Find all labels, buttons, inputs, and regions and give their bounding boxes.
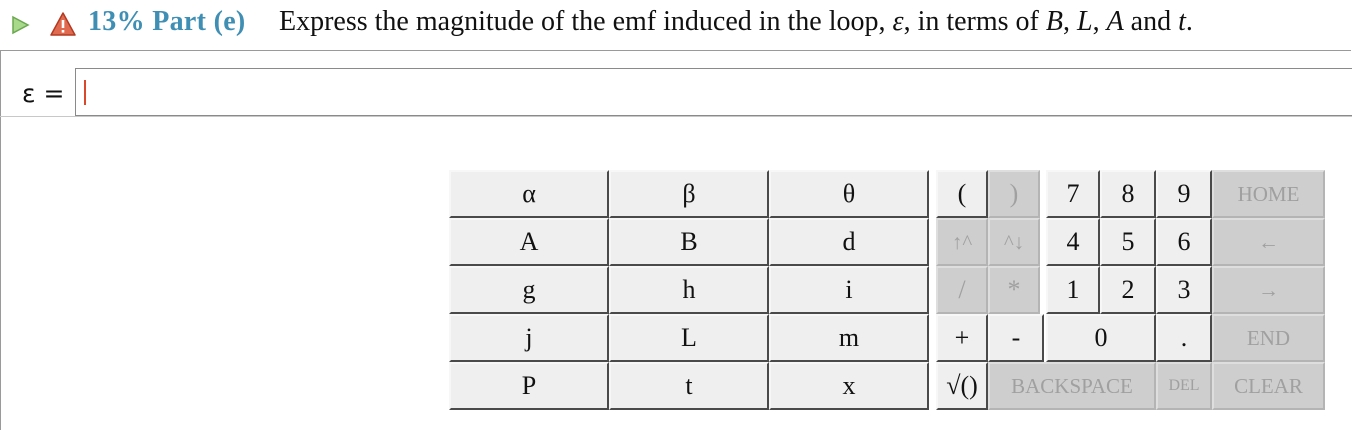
key-i[interactable]: i — [769, 266, 929, 314]
key-up-caret[interactable]: ↑^ — [936, 218, 988, 266]
question-var-a: A — [1106, 6, 1124, 37]
key-8[interactable]: 8 — [1100, 170, 1156, 218]
input-divider — [0, 116, 1352, 117]
play-icon[interactable] — [9, 14, 31, 36]
key-6[interactable]: 6 — [1156, 218, 1212, 266]
left-arrow-button[interactable]: ← — [1212, 218, 1325, 266]
key-p[interactable]: P — [449, 362, 609, 410]
key-plus[interactable]: + — [936, 314, 988, 362]
key-multiply[interactable]: * — [988, 266, 1040, 314]
del-button[interactable]: DEL — [1156, 362, 1212, 410]
key-d[interactable]: d — [769, 218, 929, 266]
key-dot[interactable]: . — [1156, 314, 1212, 362]
key-5[interactable]: 5 — [1100, 218, 1156, 266]
part-label: 13% Part (e) — [88, 6, 246, 38]
question-var-t: t — [1178, 6, 1186, 37]
key-3[interactable]: 3 — [1156, 266, 1212, 314]
key-9[interactable]: 9 — [1156, 170, 1212, 218]
backspace-button[interactable]: BACKSPACE — [988, 362, 1156, 410]
end-button[interactable]: END — [1212, 314, 1325, 362]
key-a[interactable]: A — [449, 218, 609, 266]
home-button[interactable]: HOME — [1212, 170, 1325, 218]
key-l[interactable]: L — [609, 314, 769, 362]
question-text: Express the magnitude of the emf induced… — [279, 6, 1193, 37]
key-7[interactable]: 7 — [1046, 170, 1100, 218]
key-t[interactable]: t — [609, 362, 769, 410]
key-sqrt[interactable]: √() — [936, 362, 988, 410]
clear-button[interactable]: CLEAR — [1212, 362, 1325, 410]
key-h[interactable]: h — [609, 266, 769, 314]
question-end: . — [1185, 6, 1193, 37]
question-mid: , in terms of — [903, 6, 1039, 37]
key-beta[interactable]: β — [609, 170, 769, 218]
key-theta[interactable]: θ — [769, 170, 929, 218]
question-var-emf: ε — [892, 6, 904, 37]
question-var-l: L — [1076, 6, 1093, 37]
key-0[interactable]: 0 — [1046, 314, 1156, 362]
key-b[interactable]: B — [609, 218, 769, 266]
right-arrow-button[interactable]: → — [1212, 266, 1325, 314]
answer-input[interactable] — [75, 68, 1352, 116]
key-open-paren[interactable]: ( — [936, 170, 988, 218]
key-close-paren[interactable]: ) — [988, 170, 1040, 218]
key-4[interactable]: 4 — [1046, 218, 1100, 266]
key-alpha[interactable]: α — [449, 170, 609, 218]
key-2[interactable]: 2 — [1100, 266, 1156, 314]
question-var-b: B — [1045, 6, 1063, 37]
key-x[interactable]: x — [769, 362, 929, 410]
percent-text: 13% — [88, 6, 145, 37]
part-text: Part (e) — [152, 6, 246, 37]
answer-label: ε = — [22, 79, 65, 108]
key-minus[interactable]: - — [988, 314, 1044, 362]
key-m[interactable]: m — [769, 314, 929, 362]
warning-icon — [50, 12, 76, 36]
key-g[interactable]: g — [449, 266, 609, 314]
question-header: 13% Part (e) Express the magnitude of th… — [0, 0, 1352, 50]
text-caret — [84, 80, 86, 105]
key-caret-down[interactable]: ^↓ — [988, 218, 1040, 266]
key-j[interactable]: j — [449, 314, 609, 362]
key-divide[interactable]: / — [936, 266, 988, 314]
key-1[interactable]: 1 — [1046, 266, 1100, 314]
question-prefix: Express the magnitude of the emf induced… — [279, 6, 886, 37]
question-and: and — [1130, 6, 1172, 37]
